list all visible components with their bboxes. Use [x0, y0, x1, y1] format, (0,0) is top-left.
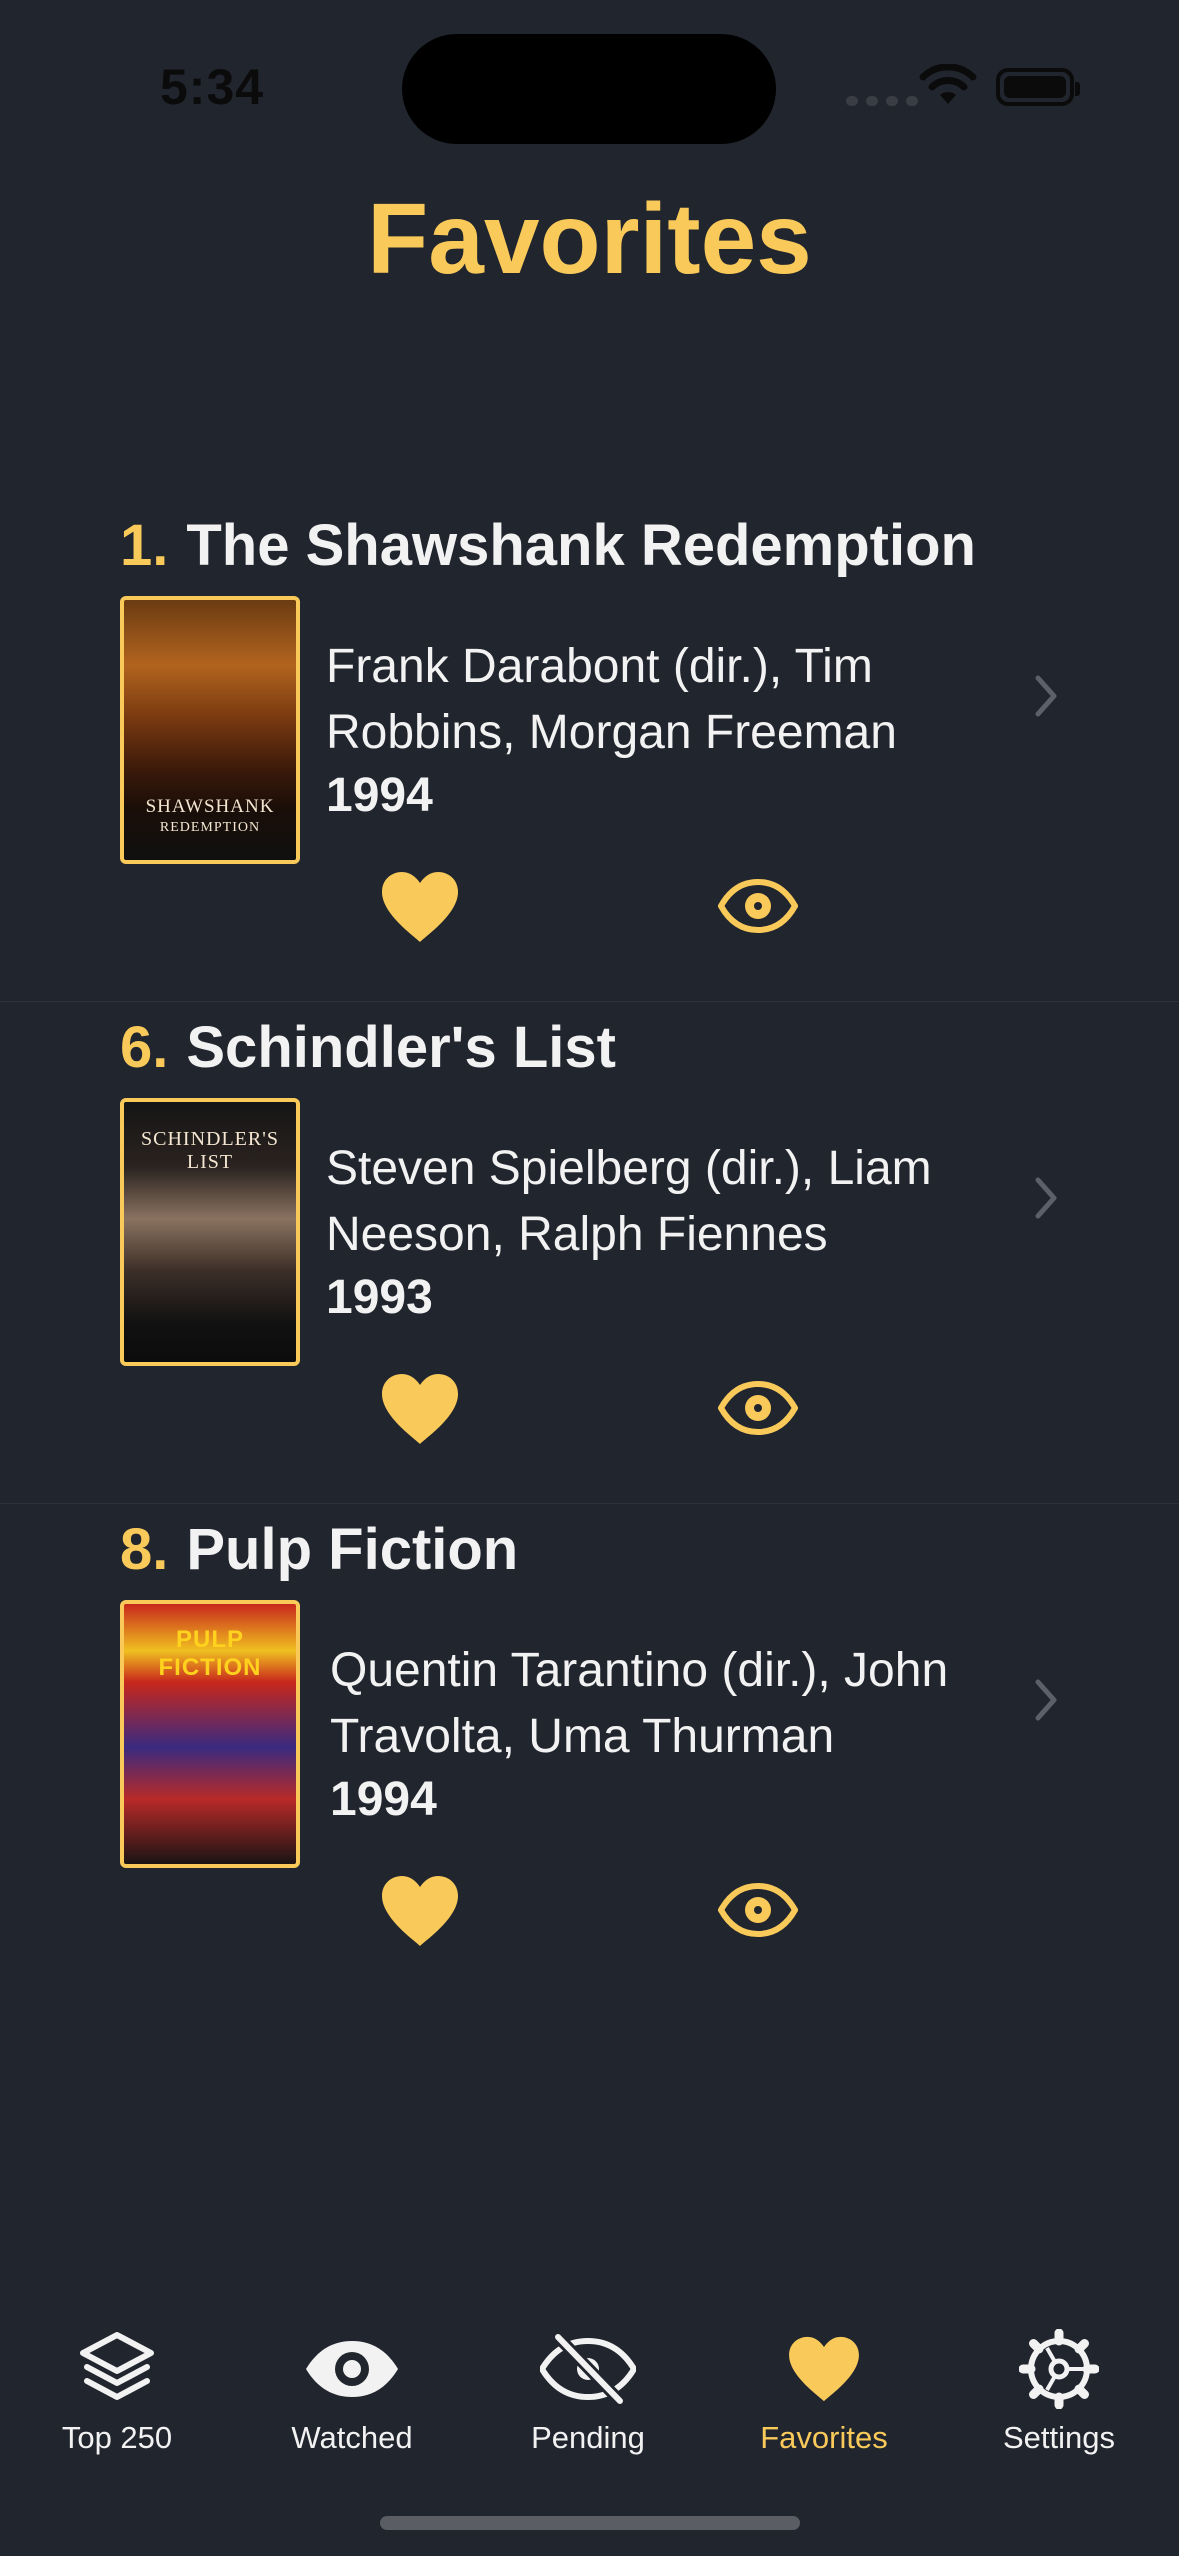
- tab-top-250[interactable]: Top 250: [7, 2324, 227, 2456]
- home-indicator: [380, 2516, 800, 2530]
- movie-cast: Quentin Tarantino (dir.), John Travolta,…: [330, 1644, 949, 1763]
- movie-title: 1. The Shawshank Redemption: [120, 512, 976, 579]
- movie-title: 8. Pulp Fiction: [120, 1516, 518, 1583]
- movie-row[interactable]: 1. The Shawshank Redemption SHAWSHANK RED…: [0, 500, 1179, 1002]
- chevron-right-icon: [1035, 1177, 1057, 1219]
- chevron-right-icon: [1035, 675, 1057, 717]
- watched-eye-button[interactable]: [718, 1882, 798, 1938]
- tab-label: Favorites: [760, 2420, 888, 2455]
- favorite-heart-button[interactable]: [380, 1372, 460, 1446]
- movie-year: 1994: [330, 1773, 437, 1826]
- favorite-heart-button[interactable]: [380, 1874, 460, 1948]
- poster-title: SCHINDLER'S LIST: [141, 1128, 279, 1173]
- movie-cast: Frank Darabont (dir.), Tim Robbins, Morg…: [326, 640, 897, 759]
- movie-rank: 1.: [120, 513, 169, 578]
- movie-title-text: Pulp Fiction: [186, 1517, 519, 1582]
- stack-icon: [80, 2332, 154, 2400]
- watched-eye-button[interactable]: [718, 878, 798, 934]
- tab-label: Settings: [1002, 2420, 1115, 2455]
- tab-settings[interactable]: Settings: [949, 2324, 1169, 2456]
- movie-rank: 8.: [120, 1517, 169, 1582]
- tab-pending[interactable]: Pending: [478, 2324, 698, 2456]
- movie-year: 1994: [326, 769, 433, 822]
- cellular-signal-icon: [846, 96, 918, 106]
- battery-icon: [996, 68, 1080, 106]
- favorites-list: 1. The Shawshank Redemption SHAWSHANK RED…: [0, 500, 1179, 2005]
- watched-eye-button[interactable]: [718, 1380, 798, 1436]
- movie-title-text: The Shawshank Redemption: [186, 513, 976, 578]
- movie-poster: SCHINDLER'S LIST: [120, 1098, 300, 1366]
- dynamic-island: [402, 34, 776, 144]
- movie-title-text: Schindler's List: [186, 1015, 616, 1080]
- movie-rank: 6.: [120, 1015, 169, 1080]
- eye-slash-icon: [540, 2333, 636, 2405]
- movie-title: 6. Schindler's List: [120, 1014, 616, 1081]
- status-bar: 5:34: [0, 0, 1179, 144]
- poster-title: PULP FICTION: [158, 1626, 262, 1681]
- wifi-icon: [919, 64, 977, 104]
- poster-subtitle: REDEMPTION: [159, 820, 261, 835]
- tab-label: Top 250: [61, 2420, 173, 2455]
- poster-title: SHAWSHANK: [145, 796, 275, 817]
- gear-icon: [1019, 2329, 1099, 2409]
- movie-row[interactable]: 8. Pulp Fiction PULP FICTION Quentin Tara…: [0, 1504, 1179, 2005]
- tab-watched[interactable]: Watched: [242, 2324, 462, 2456]
- chevron-right-icon: [1035, 1679, 1057, 1721]
- eye-icon: [306, 2341, 398, 2397]
- movie-year: 1993: [326, 1271, 433, 1324]
- status-time: 5:34: [160, 59, 265, 115]
- tab-label: Pending: [531, 2420, 645, 2455]
- favorite-heart-button[interactable]: [380, 870, 460, 944]
- heart-icon: [789, 2336, 859, 2402]
- movie-cast: Steven Spielberg (dir.), Liam Neeson, Ra…: [326, 1142, 932, 1261]
- page-title: Favorites: [367, 183, 812, 295]
- movie-row[interactable]: 6. Schindler's List SCHINDLER'S LIST Stev…: [0, 1002, 1179, 1504]
- movie-poster: PULP FICTION: [120, 1600, 300, 1868]
- movie-poster: SHAWSHANK REDEMPTION: [120, 596, 300, 864]
- tab-favorites[interactable]: Favorites: [714, 2324, 934, 2456]
- tab-label: Watched: [291, 2420, 413, 2455]
